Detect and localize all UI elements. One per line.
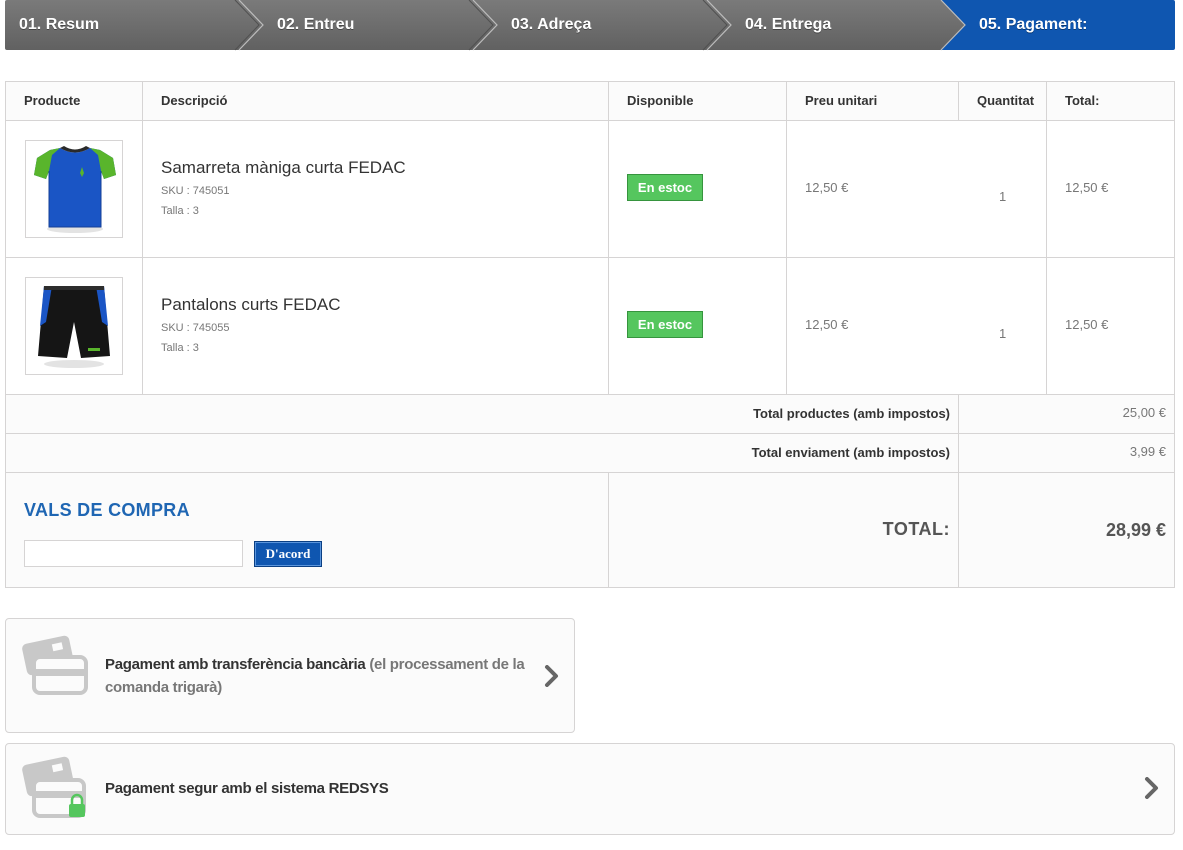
product-image-tshirt[interactable]	[25, 140, 123, 238]
credit-card-icon	[22, 635, 88, 695]
product-name-link[interactable]: Samarreta màniga curta FEDAC	[161, 158, 406, 178]
unit-price: 12,50 €	[805, 180, 849, 195]
chevron-right-icon	[1145, 777, 1158, 799]
product-size: Talla : 3	[161, 342, 199, 354]
step-entreu[interactable]: 02. Entreu	[277, 0, 354, 49]
payment-option-text: Pagament segur amb el sistema REDSYS	[105, 777, 1005, 800]
step-adreca[interactable]: 03. Adreça	[511, 0, 591, 49]
stock-badge: En estoc	[627, 174, 703, 201]
voucher-total-row	[6, 473, 1174, 587]
step-resum[interactable]: 01. Resum	[19, 0, 99, 49]
grand-total-label: TOTAL:	[882, 519, 950, 539]
unit-price: 12,50 €	[805, 317, 849, 332]
secure-card-icon	[22, 756, 86, 818]
total-products-row	[6, 395, 1174, 434]
row-total: 12,50 €	[1065, 180, 1109, 195]
header-quantity: Quantitat	[977, 93, 1035, 108]
voucher-code-input[interactable]	[24, 540, 243, 567]
voucher-submit-button[interactable]: D'acord	[254, 541, 322, 567]
total-shipping-label: Total enviament (amb impostos)	[751, 445, 950, 460]
payment-title: Pagament segur amb el sistema REDSYS	[105, 780, 389, 797]
payment-option-redsys[interactable]: Pagament segur amb el sistema REDSYS	[5, 743, 1175, 835]
shorts-image	[38, 286, 110, 368]
total-shipping-row	[6, 434, 1174, 473]
row-total: 12,50 €	[1065, 317, 1109, 332]
header-description: Descripció	[161, 93, 228, 108]
payment-option-text: Pagament amb transferència bancària (el …	[105, 653, 535, 699]
step-pagament-current: 05. Pagament:	[979, 16, 1088, 33]
header-availability: Disponible	[627, 93, 694, 108]
checkout-steps: 01. Resum 02. Entreu 03. Adreça 04. Entr…	[5, 0, 1175, 51]
tshirt-image	[34, 146, 116, 233]
product-sku: SKU : 745055	[161, 322, 230, 334]
total-products-label: Total productes (amb impostos)	[753, 406, 950, 421]
product-size: Talla : 3	[161, 205, 199, 217]
product-name-link[interactable]: Pantalons curts FEDAC	[161, 295, 341, 315]
header-product: Producte	[24, 93, 81, 108]
header-total: Total:	[1065, 93, 1100, 108]
stock-badge: En estoc	[627, 311, 703, 338]
payment-title: Pagament amb transferència bancària	[105, 656, 366, 673]
product-sku: SKU : 745051	[161, 185, 230, 197]
total-products-value: 25,00 €	[1122, 405, 1166, 420]
voucher-title: VALS DE COMPRA	[24, 500, 190, 520]
payment-option-bank-transfer[interactable]: Pagament amb transferència bancària (el …	[5, 618, 575, 733]
header-unit-price: Preu unitari	[805, 93, 878, 108]
quantity-value: 1	[999, 326, 1007, 341]
chevron-right-icon	[545, 665, 558, 687]
total-shipping-value: 3,99 €	[1129, 444, 1166, 459]
product-image-shorts[interactable]	[25, 277, 123, 375]
cart-summary-table: Producte Descripció Disponible Preu unit…	[5, 81, 1175, 588]
grand-total-value: 28,99 €	[1105, 520, 1166, 540]
step-entrega[interactable]: 04. Entrega	[745, 0, 831, 49]
quantity-value: 1	[999, 189, 1007, 204]
